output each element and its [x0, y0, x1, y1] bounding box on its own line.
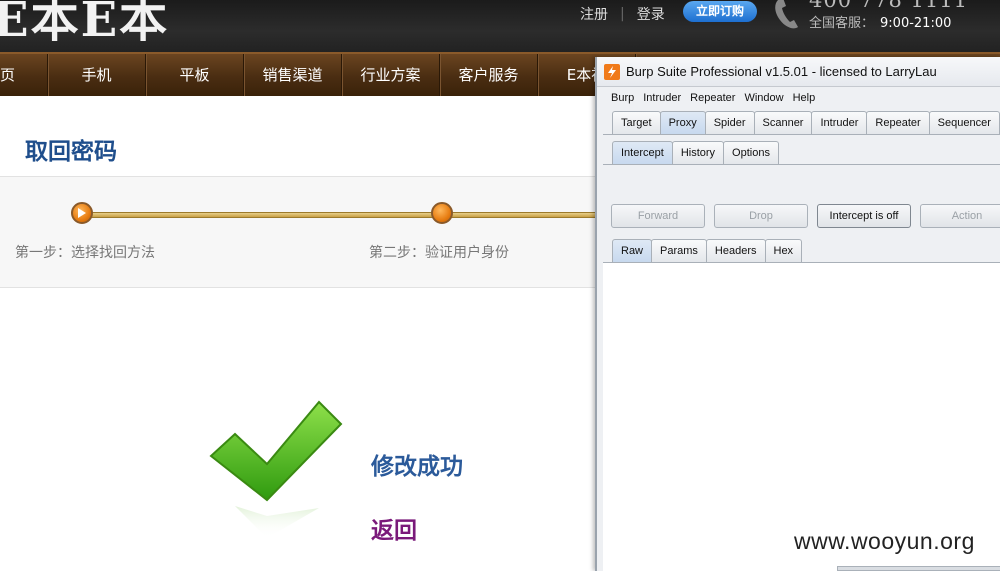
- step-1-label: 第一步：选择找回方法: [15, 245, 155, 261]
- horizontal-scrollbar[interactable]: [837, 566, 1000, 571]
- nav-item-service[interactable]: 客户服务: [440, 54, 538, 96]
- message-tabs: Raw Params Headers Hex: [612, 239, 803, 263]
- intercept-toggle-button[interactable]: Intercept is off: [817, 204, 911, 228]
- nav-item-phone[interactable]: 手机: [48, 54, 146, 96]
- divider: [603, 164, 1000, 165]
- tab-intruder[interactable]: Intruder: [811, 111, 868, 135]
- tab-raw[interactable]: Raw: [612, 239, 653, 263]
- step-2-label: 第二步：验证用户身份: [369, 245, 509, 261]
- service-time: 9:00-21:00: [880, 16, 952, 31]
- burp-title: Burp Suite Professional v1.5.01 - licens…: [626, 64, 937, 79]
- link-divider: |: [620, 6, 625, 22]
- menu-help[interactable]: Help: [793, 92, 816, 104]
- step-2-marker: [431, 202, 453, 224]
- page-title: 取回密码: [25, 139, 117, 165]
- site-logo[interactable]: E本E本: [0, 0, 169, 50]
- message-editor[interactable]: [603, 263, 1000, 571]
- tab-options[interactable]: Options: [723, 141, 779, 165]
- nav-item-home[interactable]: 页: [0, 54, 48, 96]
- burp-tool-tabs: Target Proxy Spider Scanner Intruder Rep…: [612, 111, 1000, 135]
- tab-target[interactable]: Target: [612, 111, 661, 135]
- top-links: 注册 | 登录: [580, 4, 665, 24]
- tab-headers[interactable]: Headers: [705, 239, 766, 263]
- menu-intruder[interactable]: Intruder: [643, 92, 681, 104]
- burp-main-panel: Target Proxy Spider Scanner Intruder Rep…: [597, 109, 1000, 571]
- tab-params[interactable]: Params: [651, 239, 707, 263]
- action-button[interactable]: Action: [920, 204, 1000, 228]
- progress-track: [82, 212, 602, 218]
- service-label: 全国客服：: [809, 16, 875, 31]
- tab-sequencer[interactable]: Sequencer: [928, 111, 1000, 135]
- back-link[interactable]: 返回: [371, 511, 417, 545]
- nav-item-tablet[interactable]: 平板: [146, 54, 244, 96]
- play-icon: [78, 208, 86, 218]
- divider: [603, 134, 1000, 135]
- burp-window: Burp Suite Professional v1.5.01 - licens…: [595, 57, 1000, 571]
- phone-icon: [775, 0, 798, 29]
- watermark: www.wooyun.org: [794, 528, 975, 554]
- proxy-subtabs: Intercept History Options: [612, 141, 779, 165]
- login-link[interactable]: 登录: [637, 4, 665, 24]
- menu-burp[interactable]: Burp: [611, 92, 634, 104]
- burp-titlebar[interactable]: Burp Suite Professional v1.5.01 - licens…: [597, 57, 1000, 87]
- site-header: E本E本 注册 | 登录 立即订购 400 778 1111 全国客服： 9:00…: [0, 0, 1000, 52]
- progress-steps: 第一步：选择找回方法 第二步：验证用户身份: [0, 176, 602, 288]
- tab-repeater[interactable]: Repeater: [866, 111, 930, 135]
- order-now-button[interactable]: 立即订购: [683, 1, 757, 22]
- hotline-number: 400 778 1111: [809, 0, 968, 12]
- tab-history[interactable]: History: [671, 141, 725, 165]
- drop-button[interactable]: Drop: [714, 204, 808, 228]
- service-hours: 全国客服： 9:00-21:00: [809, 12, 951, 31]
- forward-button[interactable]: Forward: [611, 204, 705, 228]
- burp-logo-icon: [604, 63, 620, 80]
- tab-spider[interactable]: Spider: [704, 111, 755, 135]
- tab-intercept[interactable]: Intercept: [612, 141, 673, 165]
- success-message: 修改成功: [371, 454, 463, 480]
- tab-scanner[interactable]: Scanner: [753, 111, 813, 135]
- tab-proxy[interactable]: Proxy: [659, 111, 706, 135]
- burp-menubar: Burp Intruder Repeater Window Help: [597, 87, 1000, 109]
- menu-repeater[interactable]: Repeater: [690, 92, 735, 104]
- nav-item-channels[interactable]: 销售渠道: [244, 54, 342, 96]
- menu-window[interactable]: Window: [744, 92, 783, 104]
- checkmark-icon: [209, 400, 343, 538]
- tab-hex[interactable]: Hex: [764, 239, 803, 263]
- nav-item-solutions[interactable]: 行业方案: [342, 54, 440, 96]
- register-link[interactable]: 注册: [580, 4, 608, 24]
